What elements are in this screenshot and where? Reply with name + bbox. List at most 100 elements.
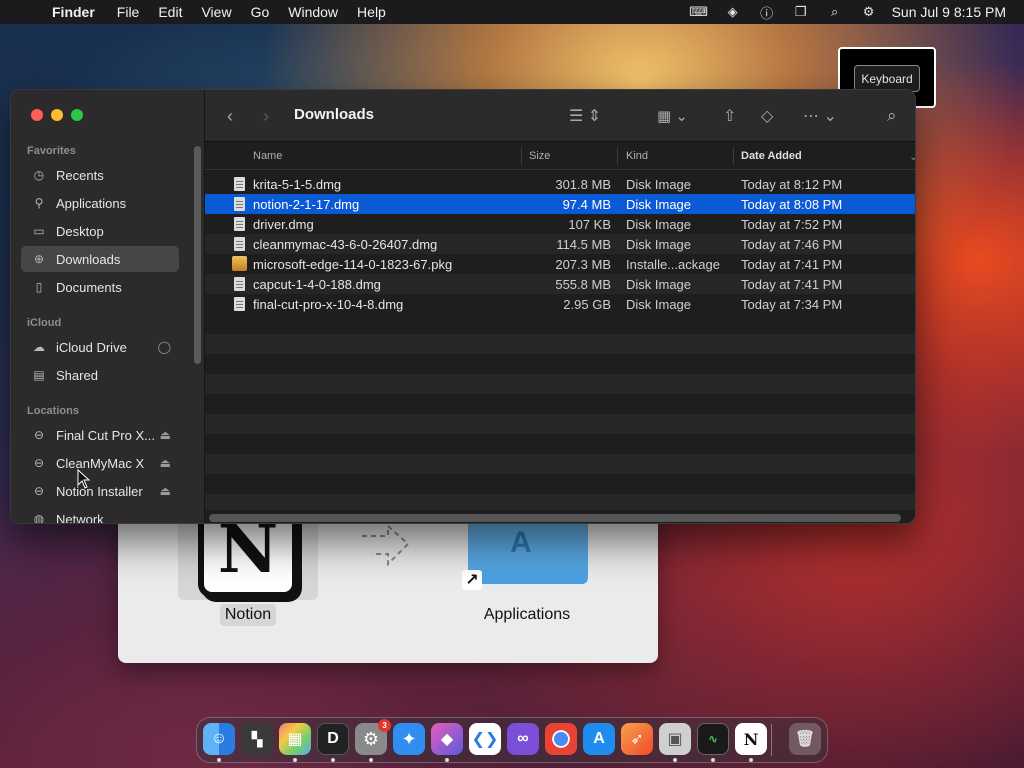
menu-help[interactable]: Help bbox=[357, 4, 386, 20]
alias-arrow-icon: ↗ bbox=[462, 570, 482, 590]
share-icon[interactable]: ⇧ bbox=[723, 104, 736, 128]
sidebar-item-final-cut-pro[interactable]: ⊖ Final Cut Pro X... ⏏ bbox=[21, 422, 179, 448]
sidebar-item-recents[interactable]: ◷ Recents bbox=[21, 162, 179, 188]
sidebar-item-icloud-drive[interactable]: ☁ iCloud Drive ◯ bbox=[21, 334, 179, 360]
info-icon[interactable]: ⓘ bbox=[750, 3, 784, 22]
menu-bar: Finder File Edit View Go Window Help ⌨ ◈… bbox=[0, 0, 1024, 24]
network-globe-icon: ◍ bbox=[33, 512, 45, 524]
file-name: cleanmymac-43-6-0-26407.dmg bbox=[253, 237, 438, 252]
dock-system-settings-icon[interactable]: ⚙ 3 bbox=[355, 719, 391, 755]
dock-d-app-icon[interactable]: D bbox=[317, 723, 349, 755]
column-size-header[interactable]: Size bbox=[529, 150, 550, 162]
empty-list-area[interactable] bbox=[205, 314, 915, 510]
table-row[interactable]: final-cut-pro-x-10-4-8.dmg 2.95 GB Disk … bbox=[205, 294, 915, 314]
disk-image-file-icon bbox=[234, 297, 245, 311]
applications-folder[interactable]: A bbox=[468, 518, 588, 584]
sidebar-item-label: Documents bbox=[56, 279, 122, 295]
dock-visual-studio-icon[interactable]: ∞ bbox=[507, 723, 539, 755]
file-date-added: Today at 7:41 PM bbox=[741, 257, 843, 272]
table-row[interactable]: krita-5-1-5.dmg 301.8 MB Disk Image Toda… bbox=[205, 174, 915, 194]
table-row[interactable]: microsoft-edge-114-0-1823-67.pkg 207.3 M… bbox=[205, 254, 915, 274]
sidebar-item-applications[interactable]: ⚲ Applications bbox=[21, 190, 179, 216]
sidebar-item-cleanmymac[interactable]: ⊖ CleanMyMac X ⏏ bbox=[21, 450, 179, 476]
close-window-button[interactable] bbox=[31, 109, 43, 121]
list-view-icon[interactable]: ☰ ⇕ bbox=[569, 104, 601, 128]
back-chevron-icon[interactable]: ‹ bbox=[227, 104, 233, 128]
dock-vscode-icon[interactable]: ❮❯ bbox=[469, 723, 501, 755]
drag-arrow-icon bbox=[362, 523, 410, 567]
dock-file-explorer-icon[interactable]: ▚ bbox=[241, 723, 273, 755]
sidebar-item-shared[interactable]: ▤ Shared bbox=[21, 362, 179, 388]
dock-app-store-icon[interactable]: A bbox=[583, 723, 615, 755]
menu-view[interactable]: View bbox=[201, 4, 231, 20]
download-icon: ⊕ bbox=[33, 252, 45, 266]
menu-file[interactable]: File bbox=[117, 4, 140, 20]
menu-clock[interactable]: Sun Jul 9 8:15 PM bbox=[892, 4, 1006, 20]
eject-icon[interactable]: ⏏ bbox=[160, 428, 171, 442]
sidebar-item-downloads[interactable]: ⊕ Downloads bbox=[21, 246, 179, 272]
sidebar-item-desktop[interactable]: ▭ Desktop bbox=[21, 218, 179, 244]
disk-image-file-icon bbox=[234, 217, 245, 231]
column-kind-header[interactable]: Kind bbox=[626, 150, 648, 162]
file-size: 97.4 MB bbox=[562, 197, 611, 212]
horizontal-scrollbar[interactable] bbox=[209, 514, 901, 522]
dock-launchpad-icon[interactable]: ▦ bbox=[279, 723, 311, 755]
column-date-header[interactable]: Date Added bbox=[741, 150, 802, 162]
menu-edit[interactable]: Edit bbox=[158, 4, 182, 20]
spotlight-search-icon[interactable]: ⌕ bbox=[818, 4, 852, 20]
keyboard-input-icon[interactable]: ⌨ bbox=[682, 4, 716, 20]
dock-activity-monitor-icon[interactable]: ∿ bbox=[697, 723, 729, 755]
more-actions-icon[interactable]: ⋯ ⌄ bbox=[803, 104, 837, 128]
eject-icon[interactable]: ⏏ bbox=[160, 456, 171, 470]
layers-icon[interactable]: ◈ bbox=[716, 4, 750, 20]
sidebar-item-notion-installer[interactable]: ⊖ Notion Installer ⏏ bbox=[21, 478, 179, 504]
forward-chevron-icon[interactable]: › bbox=[263, 104, 269, 128]
dock-finder-icon[interactable]: ☺ bbox=[203, 723, 235, 755]
control-center-icon[interactable]: ⚙ bbox=[852, 4, 886, 20]
file-date-added: Today at 8:12 PM bbox=[741, 177, 843, 192]
minimize-window-button[interactable] bbox=[51, 109, 63, 121]
table-row[interactable]: capcut-1-4-0-188.dmg 555.8 MB Disk Image… bbox=[205, 274, 915, 294]
disk-image-file-icon bbox=[234, 197, 245, 211]
column-separator[interactable] bbox=[617, 147, 618, 165]
column-separator[interactable] bbox=[521, 147, 522, 165]
dock-chrome-icon[interactable] bbox=[545, 723, 577, 755]
search-icon[interactable]: ⌕ bbox=[887, 104, 897, 128]
sidebar-section-locations: Locations bbox=[27, 405, 79, 417]
file-kind: Disk Image bbox=[626, 237, 692, 252]
sidebar-item-documents[interactable]: ▯ Documents bbox=[21, 274, 179, 300]
file-date-added: Today at 7:52 PM bbox=[741, 217, 843, 232]
dock-trash-icon[interactable]: 🗑 bbox=[789, 723, 821, 755]
dock-swift-icon[interactable]: ➶ bbox=[621, 723, 653, 755]
column-separator[interactable] bbox=[733, 147, 734, 165]
sidebar-scrollbar[interactable] bbox=[194, 146, 201, 364]
file-date-added: Today at 7:34 PM bbox=[741, 297, 843, 312]
dock-safari-icon[interactable]: ✦ bbox=[393, 723, 425, 755]
file-size: 555.8 MB bbox=[555, 277, 611, 292]
running-indicator bbox=[749, 758, 753, 762]
sidebar-item-network[interactable]: ◍ Network bbox=[21, 506, 179, 524]
table-row[interactable]: driver.dmg 107 KB Disk Image Today at 7:… bbox=[205, 214, 915, 234]
package-file-icon bbox=[232, 256, 247, 271]
table-row-selected[interactable]: notion-2-1-17.dmg 97.4 MB Disk Image Tod… bbox=[205, 194, 915, 214]
windows-icon[interactable]: ❐ bbox=[784, 4, 818, 20]
eject-icon[interactable]: ⏏ bbox=[160, 484, 171, 498]
dock-notion-icon[interactable]: N bbox=[735, 723, 767, 755]
tag-icon[interactable]: ◇ bbox=[761, 104, 773, 128]
dock-installer-icon[interactable]: ▣ bbox=[659, 723, 691, 755]
notion-app-tile[interactable]: N bbox=[178, 516, 318, 600]
file-name: notion-2-1-17.dmg bbox=[253, 197, 360, 212]
menu-window[interactable]: Window bbox=[288, 4, 338, 20]
zoom-window-button[interactable] bbox=[71, 109, 83, 121]
group-grid-icon[interactable]: ▦ ⌄ bbox=[657, 104, 688, 128]
file-size: 207.3 MB bbox=[555, 257, 611, 272]
menu-app-name[interactable]: Finder bbox=[52, 4, 95, 20]
sidebar-section-icloud: iCloud bbox=[27, 317, 62, 329]
applications-folder-label: Applications bbox=[483, 606, 571, 623]
column-name-header[interactable]: Name bbox=[253, 150, 282, 162]
dock-shortcuts-icon[interactable]: ◆ bbox=[431, 723, 463, 755]
menu-go[interactable]: Go bbox=[251, 4, 270, 20]
notion-app-label: Notion bbox=[220, 604, 276, 626]
table-row[interactable]: cleanmymac-43-6-0-26407.dmg 114.5 MB Dis… bbox=[205, 234, 915, 254]
sidebar-item-label: Final Cut Pro X... bbox=[56, 427, 155, 443]
